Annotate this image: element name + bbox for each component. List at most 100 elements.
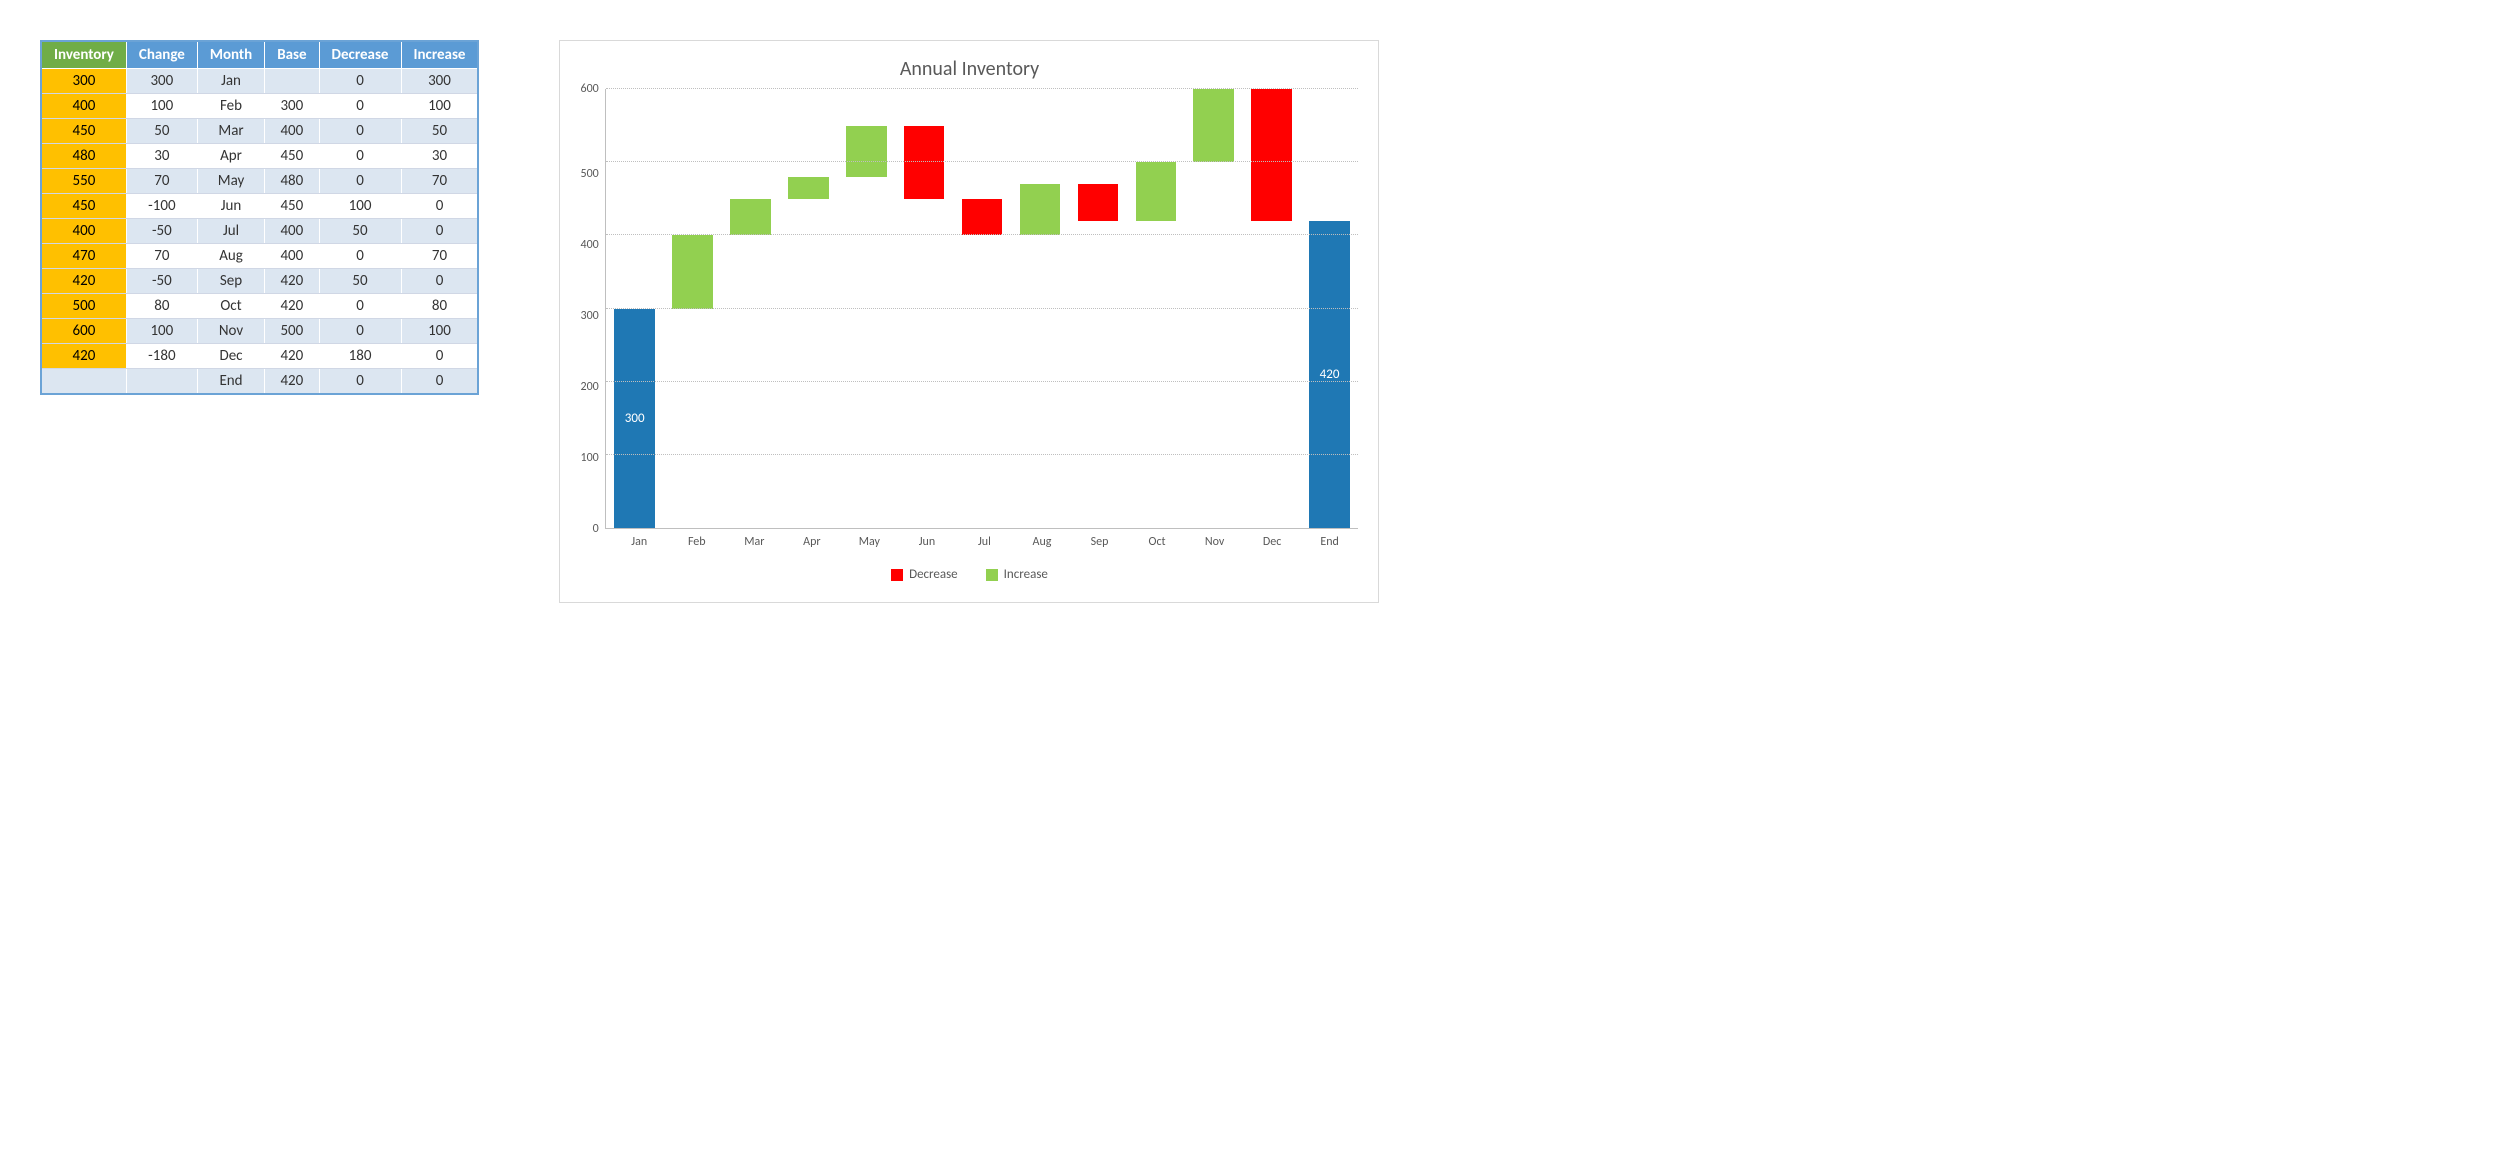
table-cell: May (197, 169, 264, 194)
table-row: 420-180Dec4201800 (41, 344, 478, 369)
table-row: 450-100Jun4501000 (41, 194, 478, 219)
table-cell: 400 (41, 94, 126, 119)
table-cell: 500 (41, 294, 126, 319)
x-tick: Dec (1243, 529, 1301, 549)
table-cell: 420 (265, 269, 319, 294)
table-cell: 0 (401, 369, 478, 395)
table-cell: 470 (41, 244, 126, 269)
table-cell (265, 69, 319, 94)
table-row: 600100Nov5000100 (41, 319, 478, 344)
x-tick: May (841, 529, 899, 549)
table-cell: 70 (126, 169, 197, 194)
table-cell: 420 (41, 269, 126, 294)
table-cell: 480 (265, 169, 319, 194)
y-axis: 6005004003002001000 (580, 89, 604, 529)
segment-inc (672, 235, 713, 308)
table-cell: 70 (401, 244, 478, 269)
segment-base (1136, 221, 1177, 528)
bar-dec (1243, 89, 1301, 528)
table-cell (41, 369, 126, 395)
segment-inc (1193, 89, 1234, 162)
segment-inc (1136, 162, 1177, 221)
col-decrease: Decrease (319, 41, 401, 69)
x-tick: Nov (1186, 529, 1244, 549)
table-row: 400100Feb3000100 (41, 94, 478, 119)
table-cell: 80 (401, 294, 478, 319)
table-cell: Feb (197, 94, 264, 119)
table-cell: 300 (126, 69, 197, 94)
table-cell: 300 (41, 69, 126, 94)
segment-base (1020, 235, 1061, 528)
table-cell: 50 (401, 119, 478, 144)
bar-may (837, 89, 895, 528)
table-cell: 400 (265, 119, 319, 144)
table-cell: 100 (319, 194, 401, 219)
bar-jul (953, 89, 1011, 528)
x-tick: Oct (1128, 529, 1186, 549)
segment-inc (1020, 184, 1061, 235)
gridline (606, 308, 1359, 309)
segment-base (962, 235, 1003, 528)
segment-dec (962, 199, 1003, 236)
table-cell: 100 (401, 319, 478, 344)
col-change: Change (126, 41, 197, 69)
inventory-table: Inventory Change Month Base Decrease Inc… (40, 40, 479, 395)
segment-inc (730, 199, 771, 236)
table-cell: 420 (265, 369, 319, 395)
x-tick: Apr (783, 529, 841, 549)
table-cell: 0 (319, 319, 401, 344)
bar-jun (895, 89, 953, 528)
x-tick: Aug (1013, 529, 1071, 549)
table-cell: 30 (126, 144, 197, 169)
table-row: 420-50Sep420500 (41, 269, 478, 294)
swatch-increase (986, 569, 998, 581)
gridline (606, 234, 1359, 235)
x-tick: Sep (1071, 529, 1129, 549)
table-cell: -50 (126, 219, 197, 244)
table-cell: 450 (41, 119, 126, 144)
y-tick: 0 (593, 522, 599, 536)
table-cell: 450 (265, 144, 319, 169)
table-row: 50080Oct420080 (41, 294, 478, 319)
table-cell: Apr (197, 144, 264, 169)
table-cell: Mar (197, 119, 264, 144)
table-cell: 420 (41, 344, 126, 369)
waterfall-chart: Annual Inventory 6005004003002001000 300… (559, 40, 1379, 603)
table-cell: 550 (41, 169, 126, 194)
segment-base (788, 199, 829, 528)
gridline (606, 88, 1359, 89)
table-cell: Dec (197, 344, 264, 369)
y-tick: 400 (580, 238, 598, 252)
table-cell: 400 (41, 219, 126, 244)
table-cell: 0 (319, 369, 401, 395)
table-cell: 0 (319, 294, 401, 319)
bar-apr (779, 89, 837, 528)
table-cell: 0 (319, 119, 401, 144)
x-tick: Jun (898, 529, 956, 549)
segment-base (1078, 221, 1119, 528)
col-inventory: Inventory (41, 41, 126, 69)
y-tick: 600 (580, 82, 598, 96)
table-cell: 600 (41, 319, 126, 344)
table-cell: Jun (197, 194, 264, 219)
gridline (606, 454, 1359, 455)
table-cell: 400 (265, 219, 319, 244)
table-row: 55070May480070 (41, 169, 478, 194)
table-cell: Sep (197, 269, 264, 294)
x-tick: End (1301, 529, 1359, 549)
y-tick: 300 (580, 309, 598, 323)
table-cell: Jul (197, 219, 264, 244)
segment-dec (1251, 89, 1292, 221)
x-tick: Jan (610, 529, 668, 549)
table-cell: 30 (401, 144, 478, 169)
y-tick: 200 (580, 380, 598, 394)
x-tick: Jul (956, 529, 1014, 549)
table-cell: 400 (265, 244, 319, 269)
table-cell: 0 (319, 94, 401, 119)
segment-inc (846, 126, 887, 177)
table-cell: 50 (319, 269, 401, 294)
bar-end: 420 (1301, 89, 1359, 528)
swatch-decrease (891, 569, 903, 581)
chart-legend: Decrease Increase (580, 567, 1358, 582)
bar-jan: 300 (606, 89, 664, 528)
